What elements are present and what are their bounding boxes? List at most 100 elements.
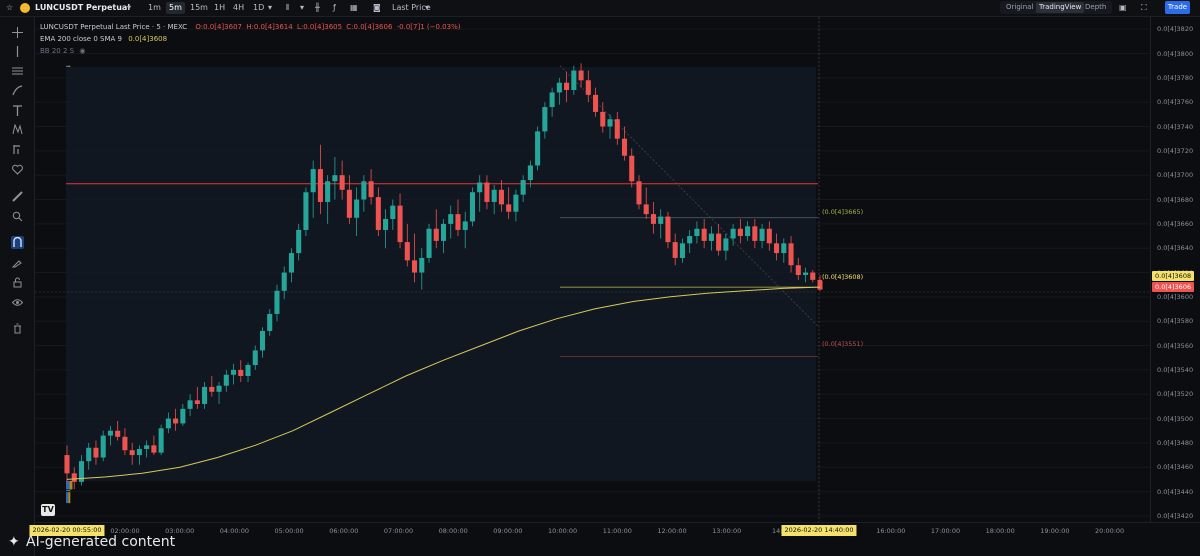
watermark-text: AI-generated content [26,534,176,550]
trade-button[interactable]: Trade [1165,1,1190,14]
candle-body [477,182,483,193]
lock-icon[interactable] [11,276,24,289]
time-tick-label: 20:00:00 [1094,527,1125,535]
chart-area[interactable] [35,17,1150,522]
price-tick-label: 0.0[4]3520 [1157,390,1194,399]
candle-body [766,228,772,244]
price-tick-label: 0.0[4]3720 [1157,146,1194,155]
candle-body [310,169,316,193]
chevron-down-icon[interactable]: ▾ [268,2,272,14]
price-axis[interactable]: 0.0[4]3820 0.0[4]3800 0.0[4]3780 0.0[4]3760… [1150,17,1200,522]
candlestick-chart[interactable] [35,17,1150,522]
text-icon[interactable] [11,104,24,117]
price-tick-label: 0.0[4]3480 [1157,438,1194,447]
chevron-down-icon[interactable]: ▾ [127,2,131,14]
price-tick-label: 0.0[4]3760 [1157,98,1194,107]
candle-body [202,386,208,404]
candle-body [288,253,294,273]
chevron-down-icon[interactable]: ▾ [425,2,429,14]
candle-body [115,430,121,437]
tradingview-logo: TV [41,504,55,516]
price-tick-label: 0.0[4]3800 [1157,49,1194,58]
candle-body [593,94,599,112]
candle-body [607,119,613,127]
interval-4h[interactable]: 4H [230,2,247,14]
fx-icon[interactable]: ƒ [333,2,336,14]
symbol-selector[interactable]: LUNCUSDT Perpetual [35,2,130,14]
interval-1h[interactable]: 1H [211,2,228,14]
crosshair-icon[interactable] [11,26,24,39]
candle-body [136,448,142,456]
view-original[interactable]: Original [1003,2,1036,13]
candle-body [281,272,287,291]
brush-icon[interactable] [11,84,24,97]
interval-5m[interactable]: 5m [166,2,185,14]
candle-body [339,175,345,190]
pattern-icon[interactable] [11,123,24,136]
candle-body [614,119,620,139]
candle-body [665,216,671,243]
candle-body [650,214,657,224]
view-depth[interactable]: Depth [1082,2,1109,13]
price-tick-label: 0.0[4]3820 [1157,25,1194,34]
chart-grid [35,28,1150,517]
time-tick-label: 07:00:00 [383,527,414,535]
candle-body [390,205,396,219]
candle-body [404,242,410,261]
ema-level-label: (0.0[4]3608) [822,273,864,281]
chevron-down-icon[interactable]: ▾ [300,2,304,14]
candle-body [679,243,685,258]
interval-1m[interactable]: 1m [145,2,164,14]
candle-body [296,229,302,254]
candle-body [788,243,794,266]
candle-body [412,260,418,273]
magnet-icon[interactable] [11,236,24,249]
interval-15m[interactable]: 15m [187,2,211,14]
heart-icon[interactable] [11,163,24,176]
prediction-icon[interactable] [11,143,24,156]
candle-body [708,233,714,241]
view-switcher: Original TradingView Depth [1000,1,1112,14]
candle-body [527,165,533,181]
candle-body [64,455,70,474]
zoom-icon[interactable] [11,210,24,223]
trash-icon[interactable] [11,322,24,335]
price-tick-label: 0.0[4]3660 [1157,219,1194,228]
candle-body [209,386,215,392]
candle-body [230,369,237,375]
ema-indicator-value: 0.0[4]3608 [128,35,168,43]
candle-body [223,374,229,386]
price-tick-label: 0.0[4]3580 [1157,317,1194,326]
camera-icon[interactable]: ◙ [373,2,381,14]
fullscreen-icon[interactable]: ⛶ [1141,2,1147,14]
candle-body [643,204,649,215]
layout-icon[interactable]: ▦ [350,2,358,14]
legend-close: C:0.0[4]3606 [346,23,393,31]
candle-body [556,82,562,93]
eye-icon[interactable]: ◉ [79,47,85,55]
legend-low: L:0.0[4]3605 [296,23,343,31]
bb-indicator-label[interactable]: BB 20 2 S [40,47,74,55]
indicators-icon[interactable]: ⫴ [286,2,289,14]
eye-icon[interactable] [11,296,24,309]
legend-title: LUNCUSDT Perpetual Last Price · 5 · MEXC [40,23,188,31]
drawing-toolbar [0,17,35,556]
candle-body [267,313,273,331]
view-tradingview[interactable]: TradingView [1036,2,1085,13]
interval-1d[interactable]: 1D [250,2,267,14]
calendar-icon[interactable]: ▣ [1119,2,1127,14]
candle-body [621,138,628,156]
horizontal-lines-icon[interactable] [11,65,24,78]
price-tick-label: 0.0[4]3780 [1157,73,1194,82]
candle-body [165,418,171,429]
chart-type-icon[interactable]: ╫ [315,2,320,14]
ruler-icon[interactable] [11,190,24,203]
candle-body [701,228,707,241]
star-icon[interactable]: ☆ [6,2,13,14]
stay-in-drawing-icon[interactable] [11,256,24,269]
candle-body [354,199,360,218]
candle-body [180,408,186,424]
ema-indicator-label[interactable]: EMA 200 close 0 SMA 9 [40,35,122,43]
trend-line-icon[interactable] [11,45,24,58]
candle-body [71,473,77,482]
